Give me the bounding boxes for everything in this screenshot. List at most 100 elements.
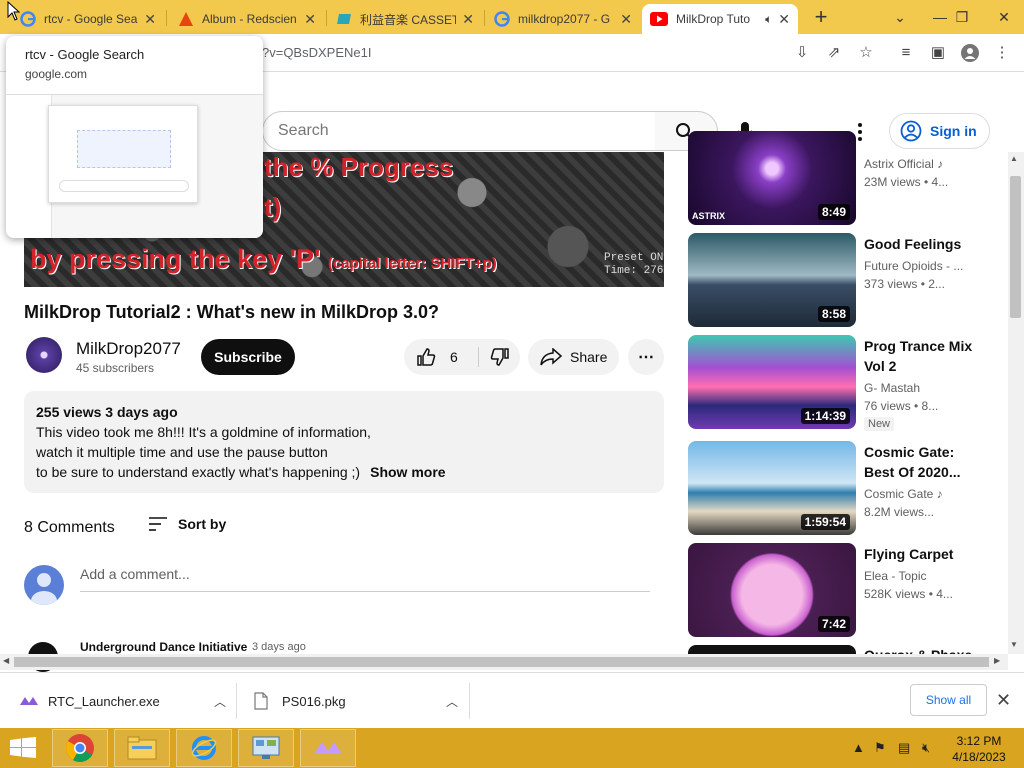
start-button[interactable] [10, 737, 36, 764]
tab-milkdrop-tutorial[interactable]: MilkDrop Tuto 🔈︎ ✕ [642, 4, 798, 34]
close-icon[interactable]: ✕ [144, 11, 156, 28]
restore-button[interactable]: ❐ [942, 0, 982, 34]
speaker-icon[interactable]: 🔈︎ [765, 12, 772, 27]
player-caption-small: (capital letter: SHIFT+p) [327, 255, 497, 272]
recommendation-thumbnail[interactable]: 8:58 [688, 233, 856, 327]
volume-muted-icon[interactable]: 🔇︎ [922, 740, 930, 756]
recommendation-channel[interactable]: G- Mastah [864, 381, 920, 395]
chevron-up-icon[interactable]: ︿ [214, 693, 226, 710]
add-comment-input[interactable]: Add a comment... [80, 566, 650, 592]
recommendation-title[interactable]: Prog Trance Mix Vol 2 [864, 336, 984, 376]
window-close-button[interactable]: ✕ [984, 0, 1024, 34]
recommendation-thumbnail[interactable]: ASTRIX 8:49 [688, 131, 856, 225]
taskbar-rtc-launcher[interactable] [300, 729, 356, 767]
mouse-cursor-icon [7, 1, 21, 21]
description-line: watch it multiple time and use the pause… [36, 444, 328, 460]
tab-rtcv[interactable]: rtcv - Google Sea ✕ [12, 4, 164, 34]
recommendation-thumbnail[interactable]: 1:14:39 [688, 335, 856, 429]
chevron-up-icon[interactable]: ︿ [446, 693, 458, 710]
share-page-icon[interactable]: ⇗ [824, 44, 844, 62]
new-tab-button[interactable]: + [808, 4, 834, 30]
search-input[interactable]: Search [262, 111, 656, 151]
scroll-down-arrow-icon[interactable]: ▼ [1010, 640, 1018, 649]
tab-cassette[interactable]: 利益音楽 CASSET ✕ [328, 4, 482, 34]
recommendation-channel[interactable]: Cosmic Gate ♪ [864, 487, 943, 501]
show-more-link[interactable]: Show more [370, 464, 445, 480]
preview-link-field [59, 180, 189, 192]
video-duration: 8:49 [817, 204, 850, 220]
vertical-scrollbar-thumb[interactable] [1010, 176, 1021, 318]
network-icon[interactable]: ▤ [898, 740, 910, 756]
action-center-flag-icon[interactable]: ⚑ [874, 740, 886, 756]
video-duration: 1:14:39 [800, 408, 850, 424]
dislike-button[interactable] [479, 339, 520, 375]
taskbar-internet-explorer[interactable] [176, 729, 232, 767]
cassette-icon [337, 14, 351, 24]
like-button[interactable]: 6 [404, 339, 478, 375]
channel-avatar[interactable] [26, 337, 62, 373]
channel-name[interactable]: MilkDrop2077 [76, 339, 181, 359]
taskbar-control-panel[interactable] [238, 729, 294, 767]
download-separator [469, 683, 470, 719]
comment-author[interactable]: Underground Dance Initiative [80, 640, 247, 654]
launcher-icon [20, 697, 38, 705]
scroll-up-arrow-icon[interactable]: ▲ [1010, 154, 1018, 163]
close-icon[interactable]: ✕ [462, 11, 474, 28]
recommendation-item[interactable]: 7:42 Flying Carpet Elea - Topic 528K vie… [688, 543, 988, 637]
download-filename: PS016.pkg [282, 693, 346, 709]
close-icon[interactable]: ✕ [778, 11, 790, 28]
taskbar-chrome[interactable] [52, 729, 108, 767]
preview-domain: google.com [25, 67, 88, 81]
show-hidden-icons-icon[interactable]: ▲ [852, 740, 865, 755]
system-clock[interactable]: 3:12 PM 4/18/2023 [950, 733, 1008, 765]
side-panel-icon[interactable]: ▣ [928, 44, 948, 62]
subscribe-button[interactable]: Subscribe [201, 339, 295, 375]
recommendation-thumbnail[interactable]: 1:59:54 [688, 441, 856, 535]
recommendation-thumbnail[interactable]: 7:42 [688, 543, 856, 637]
video-description[interactable]: 255 views 3 days ago This video took me … [24, 391, 664, 493]
tab-milkdrop2077[interactable]: milkdrop2077 - G ✕ [486, 4, 640, 34]
close-icon[interactable]: ✕ [620, 11, 632, 28]
bookmark-star-icon[interactable]: ☆ [856, 44, 876, 62]
recommendation-item[interactable]: 8:58 Good Feelings Future Opioids - ... … [688, 233, 988, 327]
scroll-right-arrow-icon[interactable]: ▶ [994, 656, 1000, 665]
description-line: to be sure to understand exactly what's … [36, 464, 361, 480]
close-icon[interactable]: ✕ [304, 11, 316, 28]
download-item[interactable]: RTC_Launcher.exe ︿ [20, 681, 226, 721]
tab-separator [326, 10, 327, 26]
close-icon[interactable]: ✕ [996, 690, 1011, 711]
tab-search-chevron-icon[interactable]: ⌄ [880, 0, 920, 34]
recommendation-item[interactable]: Querox & Phaxe [688, 645, 988, 654]
share-button[interactable]: Share [528, 339, 619, 375]
recommendation-channel[interactable]: Elea - Topic [864, 569, 926, 583]
comment-time[interactable]: 3 days ago [252, 641, 306, 653]
file-icon [254, 692, 268, 710]
recommendation-title[interactable]: Cosmic Gate: Best Of 2020... [864, 442, 984, 482]
horizontal-scrollbar-thumb[interactable] [14, 657, 989, 667]
recommendation-item[interactable]: 1:59:54 Cosmic Gate: Best Of 2020... Cos… [688, 441, 988, 535]
clock-time: 3:12 PM [956, 734, 1002, 748]
install-app-icon[interactable]: ⇩ [792, 44, 812, 62]
recommendation-channel[interactable]: Future Opioids - ... [864, 259, 963, 273]
recommendation-title[interactable]: Flying Carpet [864, 544, 984, 564]
download-item[interactable]: PS016.pkg ︿ [254, 681, 458, 721]
tab-album[interactable]: Album - Redscien ✕ [170, 4, 324, 34]
tab-separator [166, 10, 167, 26]
recommendation-channel[interactable]: Astrix Official ♪ [864, 157, 943, 171]
profile-icon[interactable] [960, 44, 980, 62]
recommendation-title[interactable]: Good Feelings [864, 234, 984, 254]
recommendation-item[interactable]: ASTRIX 8:49 Astrix Official ♪ 23M views … [688, 131, 988, 225]
scroll-left-arrow-icon[interactable]: ◀ [3, 656, 9, 665]
tab-separator [484, 10, 485, 26]
share-arrow-icon [540, 348, 562, 366]
show-all-downloads-button[interactable]: Show all [910, 684, 987, 716]
browser-menu-icon[interactable]: ⋮ [992, 44, 1012, 62]
recommendation-thumbnail[interactable] [688, 645, 856, 654]
taskbar-file-explorer[interactable] [114, 729, 170, 767]
recommendation-title[interactable]: Querox & Phaxe [864, 645, 984, 654]
recommendation-item[interactable]: 1:14:39 Prog Trance Mix Vol 2 G- Mastah … [688, 335, 988, 431]
player-caption-line: by pressing the key 'P' (capital letter:… [30, 244, 497, 275]
media-controls-icon[interactable]: ≡ [896, 44, 916, 62]
sort-by-button[interactable]: Sort by [148, 516, 226, 532]
video-more-actions-button[interactable]: ⋯ [628, 339, 664, 375]
